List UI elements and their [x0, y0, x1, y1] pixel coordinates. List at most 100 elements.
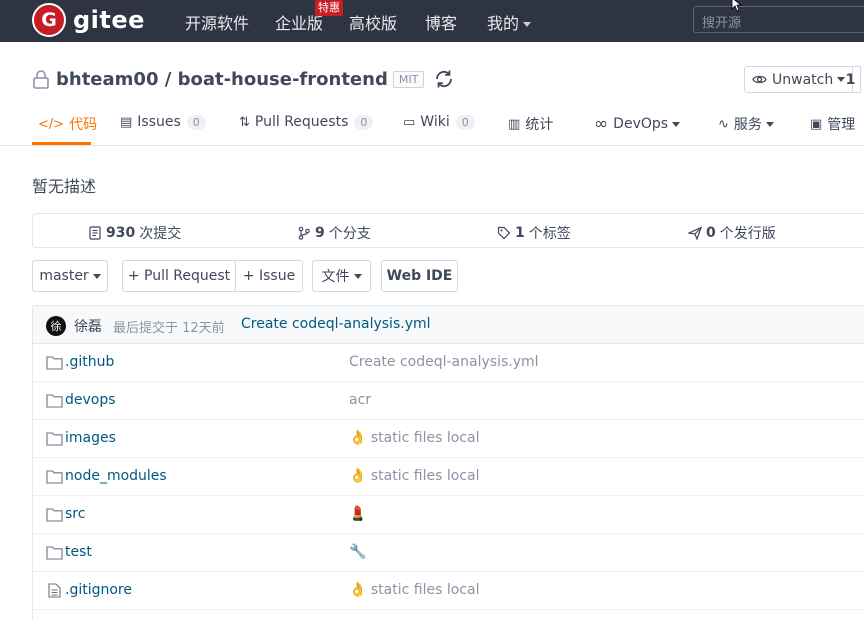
file-list: 徐 徐磊 最后提交于 12天前 Create codeql-analysis.y… — [32, 305, 864, 619]
tags-label: 个标签 — [528, 226, 571, 242]
commits-icon — [89, 226, 101, 240]
wiki-count: 0 — [455, 114, 475, 130]
stats-icon: ▥ — [508, 116, 521, 132]
pull-requests-count: 0 — [354, 114, 374, 130]
branch-icon — [298, 226, 310, 240]
logo-badge: G — [32, 3, 66, 37]
repo-description: 暂无描述 — [32, 177, 97, 196]
tags-stat[interactable]: 1 个标签 — [497, 223, 571, 243]
file-row[interactable]: node_modules 👌 static files local — [33, 458, 864, 496]
file-commit-message[interactable]: Create codeql-analysis.yml — [349, 354, 539, 370]
branches-stat[interactable]: 9 个分支 — [297, 223, 371, 243]
web-ide-button[interactable]: Web IDE — [381, 260, 458, 292]
pull-request-icon: ⇅ — [239, 114, 250, 130]
file-row[interactable]: .github Create codeql-analysis.yml — [33, 344, 864, 382]
tags-count: 1 — [515, 225, 525, 241]
repo-title[interactable]: bhteam00 / boat-house-frontend — [56, 69, 388, 90]
tab-stats-label: 统计 — [525, 117, 554, 133]
promo-badge: 特惠 — [315, 0, 343, 16]
tab-pull-requests[interactable]: ⇅ Pull Requests 0 — [239, 114, 374, 130]
issues-icon: ▤ — [120, 114, 133, 130]
commits-stat[interactable]: 930 次提交 — [88, 223, 181, 243]
commit-time: 最后提交于 12天前 — [113, 321, 225, 336]
avatar[interactable]: 徐 — [46, 316, 66, 336]
chevron-down-icon — [765, 121, 774, 127]
folder-icon — [46, 546, 63, 560]
tab-stats[interactable]: ▥ 统计 — [508, 114, 553, 134]
file-name[interactable]: devops — [65, 392, 116, 408]
nav-open-source[interactable]: 开源软件 — [185, 10, 249, 34]
repo-tabs: </> 代码 ▤ Issues 0 ⇅ Pull Requests 0 ▭ Wi… — [0, 108, 864, 146]
search-placeholder: 搜开源 — [702, 16, 742, 31]
gitee-logo[interactable]: G gitee — [32, 3, 145, 37]
tab-issues-label: Issues — [137, 114, 181, 130]
manage-icon: ▣ — [810, 116, 823, 132]
file-name[interactable]: src — [65, 506, 85, 522]
file-commit-message[interactable]: 🔧 — [349, 544, 366, 560]
issues-count: 0 — [186, 114, 206, 130]
folder-icon — [46, 356, 63, 370]
branch-select-label: master — [39, 268, 89, 284]
releases-label: 个发行版 — [719, 226, 776, 242]
send-icon — [688, 226, 702, 240]
file-name[interactable]: .github — [65, 354, 114, 370]
file-menu-button[interactable]: 文件 — [312, 260, 371, 292]
new-pull-request-button[interactable]: + Pull Request — [122, 260, 236, 292]
branch-select[interactable]: master — [32, 260, 108, 292]
releases-stat[interactable]: 0 个发行版 — [688, 223, 776, 243]
lock-icon — [33, 70, 49, 89]
commit-message[interactable]: Create codeql-analysis.yml — [241, 316, 431, 332]
nav-mine[interactable]: 我的 — [487, 10, 532, 34]
file-row[interactable]: images 👌 static files local — [33, 420, 864, 458]
file-commit-message[interactable]: acr — [349, 392, 371, 408]
chevron-down-icon — [523, 22, 532, 27]
tab-manage[interactable]: ▣ 管理 — [810, 114, 855, 134]
new-issue-button[interactable]: + Issue — [235, 260, 303, 292]
tab-code-label: 代码 — [69, 117, 98, 133]
file-name[interactable]: test — [65, 544, 92, 560]
active-tab-indicator — [32, 142, 91, 145]
file-row[interactable]: test 🔧 — [33, 534, 864, 572]
watch-count[interactable]: 1 — [841, 66, 861, 93]
file-commit-message[interactable]: 💄 — [349, 506, 366, 522]
sync-icon[interactable] — [433, 68, 455, 90]
file-commit-message[interactable]: 👌 static files local — [349, 468, 479, 484]
last-commit-row: 徐 徐磊 最后提交于 12天前 Create codeql-analysis.y… — [33, 306, 864, 344]
releases-count: 0 — [706, 225, 716, 241]
file-name[interactable]: .gitignore — [65, 582, 132, 598]
tab-wiki-label: Wiki — [420, 114, 450, 130]
file-commit-message[interactable]: 👌 static files local — [349, 582, 479, 598]
license-badge[interactable]: MIT — [392, 70, 425, 88]
tab-code[interactable]: </> 代码 — [38, 114, 97, 134]
nav-education[interactable]: 高校版 — [349, 10, 397, 34]
chevron-down-icon — [672, 121, 681, 127]
nav-mine-label: 我的 — [487, 14, 520, 33]
code-icon: </> — [38, 116, 65, 132]
tab-issues[interactable]: ▤ Issues 0 — [120, 114, 206, 130]
chevron-down-icon — [92, 273, 101, 279]
file-menu-label: 文件 — [321, 269, 350, 285]
file-name[interactable]: node_modules — [65, 468, 167, 484]
file-row[interactable]: devops acr — [33, 382, 864, 420]
commits-label: 次提交 — [139, 226, 182, 242]
folder-icon — [46, 508, 63, 522]
mouse-cursor-icon — [731, 0, 743, 12]
tab-devops[interactable]: ∞ DevOps — [594, 114, 681, 134]
nav-blog[interactable]: 博客 — [425, 10, 457, 34]
file-row[interactable]: .gitignore 👌 static files local — [33, 572, 864, 610]
file-row[interactable]: src 💄 — [33, 496, 864, 534]
file-commit-message[interactable]: 👌 static files local — [349, 430, 479, 446]
tab-wiki[interactable]: ▭ Wiki 0 — [403, 114, 475, 130]
unwatch-button[interactable]: Unwatch — [744, 66, 854, 93]
folder-icon — [46, 470, 63, 484]
top-navbar: G gitee 开源软件 企业版 特惠 高校版 博客 我的 搜开源 — [0, 0, 864, 42]
file-name[interactable]: images — [65, 430, 116, 446]
search-input[interactable]: 搜开源 — [693, 6, 864, 33]
logo-letter: G — [41, 8, 57, 31]
wiki-icon: ▭ — [403, 114, 416, 130]
chevron-down-icon — [353, 273, 362, 279]
commit-author[interactable]: 徐磊 — [74, 316, 102, 336]
tab-services-label: 服务 — [733, 117, 762, 133]
tab-services[interactable]: ∿ 服务 — [718, 114, 774, 134]
branches-count: 9 — [315, 225, 325, 241]
